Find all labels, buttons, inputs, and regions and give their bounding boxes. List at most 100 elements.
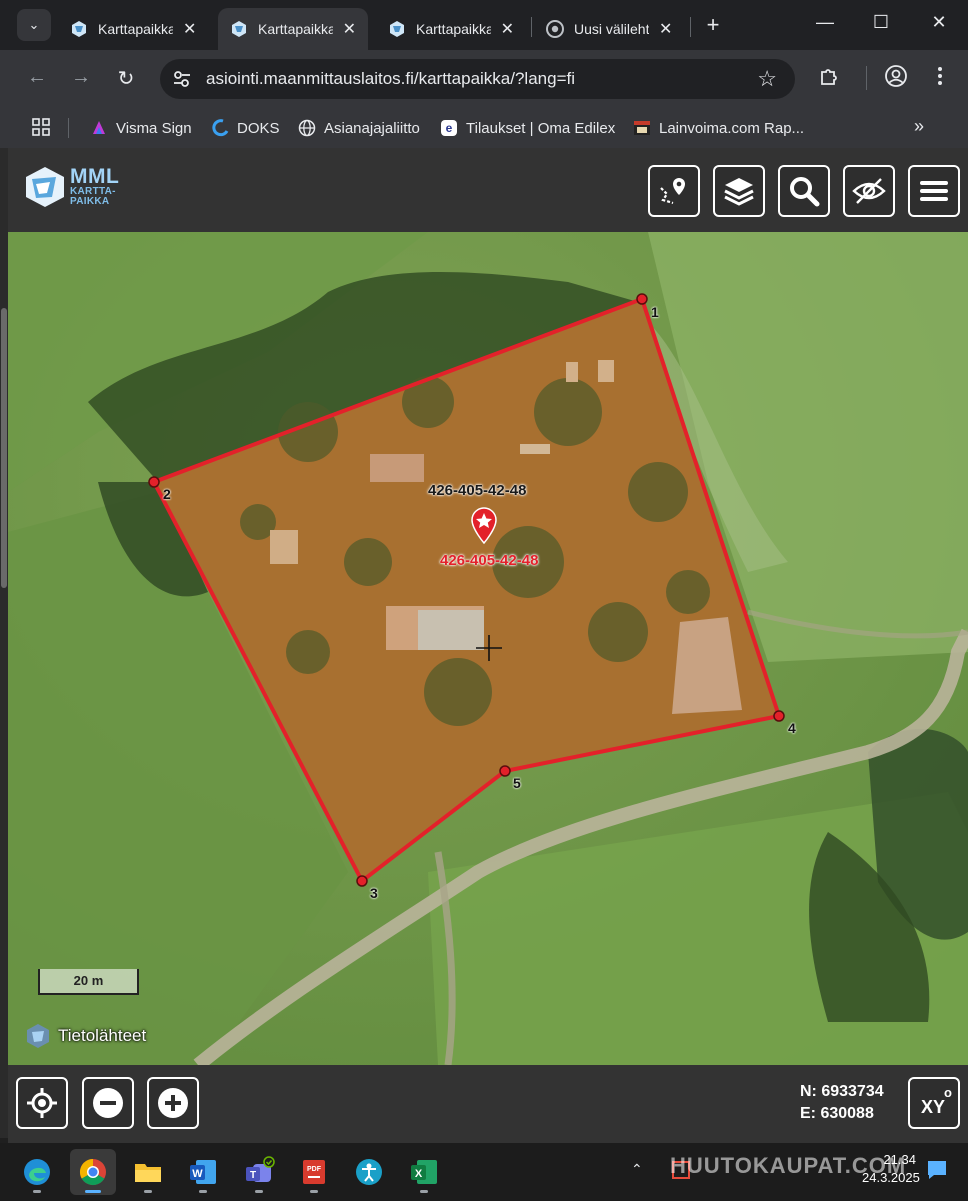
coordinate-tool-button[interactable]: XY o	[908, 1077, 960, 1129]
close-tab-icon[interactable]: ✕	[343, 19, 356, 39]
close-tab-icon[interactable]: ✕	[183, 19, 196, 39]
running-indicator	[199, 1190, 207, 1193]
data-sources-link[interactable]: Tietolähteet	[24, 1022, 146, 1050]
forward-button[interactable]: →	[68, 66, 94, 89]
mml-favicon-icon	[72, 21, 86, 37]
tab-karttapaikka-1[interactable]: Karttapaikka ✕	[58, 8, 216, 50]
taskbar-accessibility-app[interactable]	[346, 1149, 392, 1195]
windows-taskbar: W T PDF X ⌃ HUUTOKAUPAT.COM 21.34 24.3.2…	[0, 1143, 968, 1201]
lainvoima-icon	[634, 121, 650, 135]
show-hidden-icons-button[interactable]: ⌃	[631, 1161, 643, 1178]
address-bar[interactable]: asiointi.maanmittauslaitos.fi/karttapaik…	[160, 59, 795, 99]
tab-karttapaikka-3[interactable]: Karttapaikka ✕	[376, 8, 526, 50]
arrow-right-icon: →	[71, 66, 91, 88]
coordinate-readout: N: 6933734 E: 630088	[800, 1081, 884, 1125]
chevron-up-icon: ⌃	[631, 1161, 643, 1177]
taskbar-chrome[interactable]	[70, 1149, 116, 1195]
bookmark-lainvoima[interactable]: Lainvoima.com Rap...	[633, 116, 804, 140]
mml-favicon-icon	[390, 21, 404, 37]
zoom-in-icon	[158, 1088, 188, 1118]
running-indicator	[310, 1190, 318, 1193]
tab-title: Karttapaikka	[98, 21, 173, 37]
tab-search-button[interactable]: ⌄	[17, 9, 51, 41]
minimize-button[interactable]: —	[813, 12, 837, 33]
extensions-icon[interactable]	[818, 64, 842, 88]
locate-me-button[interactable]	[16, 1077, 68, 1129]
globe-icon	[298, 119, 316, 137]
taskbar-edge[interactable]	[14, 1149, 60, 1195]
tab-title: Karttapaikka	[258, 21, 333, 37]
more-options-icon[interactable]	[930, 64, 950, 88]
main-menu-button[interactable]	[908, 165, 960, 217]
bookmark-star-icon[interactable]: ☆	[757, 66, 777, 92]
system-clock[interactable]: 21.34 24.3.2025	[862, 1151, 920, 1187]
route-button[interactable]	[648, 165, 700, 217]
app-header: MML KARTTA- PAIKKA	[8, 148, 968, 232]
reload-icon: ↻	[117, 68, 135, 90]
search-button[interactable]	[778, 165, 830, 217]
doks-icon	[212, 119, 229, 137]
taskbar-file-explorer[interactable]	[125, 1149, 171, 1195]
taskbar-pdf[interactable]: PDF	[291, 1149, 337, 1195]
new-tab-button[interactable]: +	[700, 12, 726, 38]
close-window-button[interactable]: ✕	[927, 12, 951, 33]
map-footer: N: 6933734 E: 630088 XY o	[8, 1065, 968, 1143]
map-view[interactable]: 426-405-42-48 426-405-42-48 1 2 3 4 5 20…	[8, 232, 968, 1065]
parcel-marker-label[interactable]: 426-405-42-48	[440, 552, 538, 569]
menu-icon	[920, 181, 948, 201]
visma-sign-icon	[93, 121, 105, 134]
zoom-in-button[interactable]	[147, 1077, 199, 1129]
page-scrollbar[interactable]	[0, 148, 8, 1138]
arrow-left-icon: ←	[27, 66, 47, 88]
bookmark-label: Visma Sign	[116, 119, 192, 137]
mml-favicon-icon	[232, 21, 246, 37]
back-button[interactable]: ←	[24, 66, 50, 89]
bookmark-visma-sign[interactable]: Visma Sign	[90, 116, 192, 140]
bookmark-edilex[interactable]: e Tilaukset | Oma Edilex	[440, 116, 615, 140]
more-bookmarks-button[interactable]: »	[914, 116, 924, 137]
zoom-out-button[interactable]	[82, 1077, 134, 1129]
zoom-out-icon	[93, 1088, 123, 1118]
corner-label-5: 5	[513, 775, 521, 791]
close-tab-icon[interactable]: ✕	[659, 19, 672, 39]
tab-new-tab[interactable]: Uusi välilehti ✕	[534, 8, 688, 50]
layers-icon	[724, 178, 754, 206]
logo-sub-2: PAIKKA	[70, 196, 110, 207]
edilex-icon: e	[441, 120, 457, 136]
notifications-icon[interactable]	[924, 1157, 950, 1183]
hide-ui-button[interactable]	[843, 165, 895, 217]
tab-title: Karttapaikka	[416, 21, 491, 37]
mml-logo-icon[interactable]	[22, 164, 68, 210]
bookmark-label: Tilaukset | Oma Edilex	[466, 119, 616, 137]
close-icon: ✕	[931, 12, 947, 32]
tab-karttapaikka-2[interactable]: Karttapaikka ✕	[218, 8, 368, 50]
maximize-icon: ☐	[872, 12, 890, 32]
site-settings-icon[interactable]	[172, 70, 192, 88]
reload-button[interactable]: ↻	[113, 66, 139, 91]
scrollbar-thumb[interactable]	[1, 308, 7, 588]
accessibility-icon	[356, 1159, 382, 1185]
corner-label-3: 3	[370, 885, 378, 901]
close-tab-icon[interactable]: ✕	[501, 19, 514, 39]
mml-sources-icon	[27, 1024, 49, 1048]
scale-bar: 20 m	[38, 969, 139, 995]
apps-grid-icon[interactable]	[31, 117, 51, 137]
taskbar-teams[interactable]: T	[236, 1149, 282, 1195]
east-coordinate: E: 630088	[800, 1105, 874, 1122]
maximize-button[interactable]: ☐	[869, 12, 893, 33]
layers-button[interactable]	[713, 165, 765, 217]
hide-eye-icon	[852, 178, 886, 204]
taskbar-word[interactable]: W	[180, 1149, 226, 1195]
tab-title: Uusi välilehti	[574, 21, 649, 37]
bookmark-label: DOKS	[237, 119, 280, 137]
profile-icon[interactable]	[884, 64, 908, 88]
plus-icon: +	[706, 12, 720, 37]
corner-label-1: 1	[651, 304, 659, 320]
north-coordinate: N: 6933734	[800, 1083, 884, 1100]
bookmark-doks[interactable]: DOKS	[211, 116, 280, 140]
bookmark-asianajajaliitto[interactable]: Asianajajaliitto	[298, 116, 420, 140]
svg-text:e: e	[446, 121, 453, 135]
svg-text:X: X	[415, 1168, 423, 1180]
taskbar-excel[interactable]: X	[401, 1149, 447, 1195]
route-pin-icon	[660, 178, 685, 205]
